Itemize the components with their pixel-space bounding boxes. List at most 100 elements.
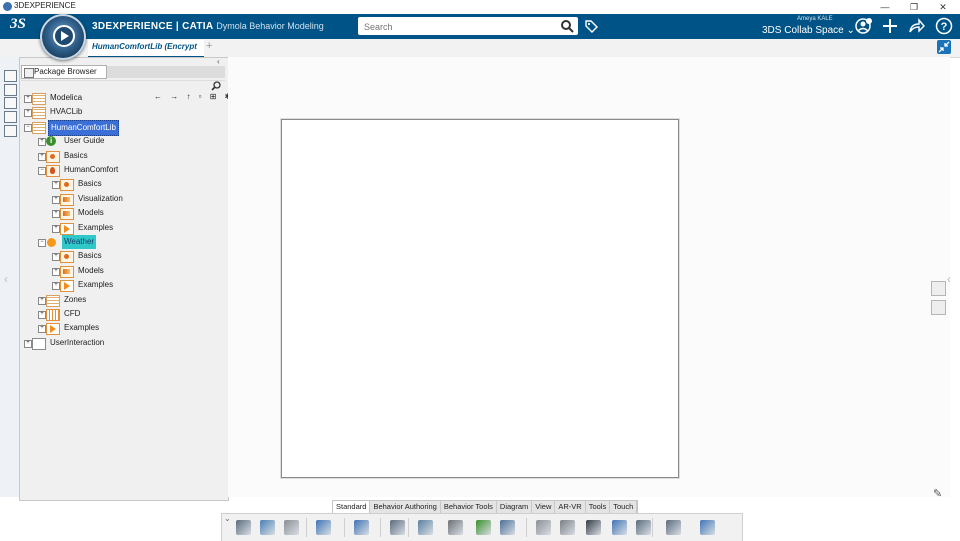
package-icon [32,93,46,105]
tree-item-label: Examples [78,222,114,232]
search-input[interactable] [362,18,556,35]
collab-space-selector[interactable]: 3DS Collab Space ⌄ [762,25,855,36]
action-bar-tabs: Standard Behavior Authoring Behavior Tools… [332,500,639,514]
package-icon [46,150,60,163]
action-tab[interactable]: Tools [586,501,611,513]
package-icon [32,121,46,134]
search-icon[interactable] [560,19,574,33]
tree-item-label: User Guide [64,136,105,146]
properties-icon[interactable] [4,111,17,123]
expand-icon[interactable]: + [52,282,60,291]
align-icon[interactable] [560,520,575,535]
expand-icon[interactable]: + [24,339,32,348]
expand-icon[interactable]: + [52,267,60,276]
diagram-frame[interactable] [281,119,679,478]
collapse-icon[interactable]: − [24,123,32,132]
component-browser-icon[interactable] [4,97,17,109]
export-icon[interactable] [390,520,405,535]
os-title-bar: 3DEXPERIENCE — ❐ ✕ [0,0,960,15]
close-button[interactable]: ✕ [928,0,958,14]
layer-icon[interactable] [612,520,627,535]
copy-icon[interactable] [260,520,275,535]
refresh-icon[interactable] [700,520,715,535]
toolbar-separator [380,518,381,537]
expand-icon[interactable]: + [38,296,46,305]
collapse-icon[interactable]: − [38,167,46,175]
collapse-icon[interactable]: − [38,239,46,247]
tab-humancomfortlib[interactable]: HumanComfortLib (Encrypt [88,40,204,58]
tree-item-label: Examples [64,323,100,333]
expand-icon[interactable]: + [52,195,60,204]
update-icon[interactable] [354,520,369,535]
action-tab[interactable]: Behavior Authoring [370,501,441,513]
visibility-icon[interactable] [931,281,946,296]
action-tab[interactable]: Touch [610,501,638,513]
expand-icon[interactable]: + [24,109,32,118]
expand-icon[interactable]: + [52,181,60,190]
add-tab-button[interactable]: + [206,40,212,52]
cut-icon[interactable] [236,520,251,535]
share-icon[interactable] [907,17,925,35]
info-icon[interactable] [476,520,491,535]
package-icon [46,294,60,307]
minimize-button[interactable]: — [870,0,900,14]
tree-item-label: Basics [78,251,102,261]
action-bar-collapse-icon[interactable]: ⌄ [224,514,231,523]
package-browser-tab[interactable]: Package Browser [21,65,107,79]
tree-search-icon[interactable] [211,81,221,91]
expand-right-icon[interactable]: ‹ [947,272,951,286]
compass-play-icon[interactable] [53,25,75,47]
search-box[interactable] [358,17,578,35]
brand-title: 3DEXPERIENCE | CATIA Dymola Behavior Mod… [92,21,324,32]
package-icon [60,193,74,206]
tree-nav-icons[interactable]: ← → ↑ ▫ ⊞ ✱ [154,92,234,101]
collapse-panel-icon[interactable]: ‹ [217,57,220,66]
expand-left-icon[interactable]: ‹ [4,272,8,286]
tag-icon[interactable] [584,19,598,33]
expand-icon[interactable]: + [24,95,32,103]
add-icon[interactable] [881,17,899,35]
action-tab[interactable]: AR-VR [555,501,586,513]
panel-toggle-icon[interactable] [4,70,17,82]
tree-item-label: UserInteraction [50,337,105,347]
svg-text:?: ? [941,21,948,33]
properties-panel-icon[interactable] [931,300,946,315]
expand-icon[interactable]: + [52,253,60,262]
check-icon[interactable] [448,520,463,535]
expand-icon[interactable]: + [52,210,60,219]
expand-icon[interactable]: + [38,152,46,161]
simulate-icon[interactable] [418,520,433,535]
apply-icon[interactable] [586,520,601,535]
expand-icon[interactable]: + [38,311,46,319]
pen-icon[interactable]: ✎ [933,487,942,500]
compass-icon[interactable] [40,14,86,60]
action-bar: ⌄ [221,513,743,541]
tree-item-label: HVACLib [50,107,83,117]
collapse-icon[interactable] [937,40,951,54]
package-icon [32,107,46,120]
expand-icon[interactable]: + [52,224,60,233]
action-tab[interactable]: View [532,501,556,513]
3ds-logo-icon[interactable]: 3S [10,16,26,33]
action-tab[interactable]: Behavior Tools [441,501,497,513]
package-icon [60,208,74,221]
toolbar-separator [652,518,653,537]
action-tab[interactable]: Standard [333,501,371,513]
expand-icon[interactable]: + [38,138,46,147]
box-icon[interactable] [536,520,551,535]
panel-layout-icon[interactable] [4,84,17,96]
image-view-icon[interactable] [4,125,17,137]
user-name: Ameya KALE [797,16,833,22]
expand-icon[interactable]: + [38,325,46,334]
sequence-icon[interactable] [666,520,681,535]
percent-icon[interactable] [636,520,651,535]
restore-button[interactable]: ❐ [899,0,929,14]
package-icon [32,337,46,350]
user-icon[interactable] [855,17,873,35]
help-icon[interactable]: ? [935,17,953,35]
undo-icon[interactable] [316,520,331,535]
action-tab[interactable]: Diagram [497,501,533,513]
connect-icon[interactable] [500,520,515,535]
paste-icon[interactable] [284,520,299,535]
package-browser-label: Package Browser [34,67,97,76]
